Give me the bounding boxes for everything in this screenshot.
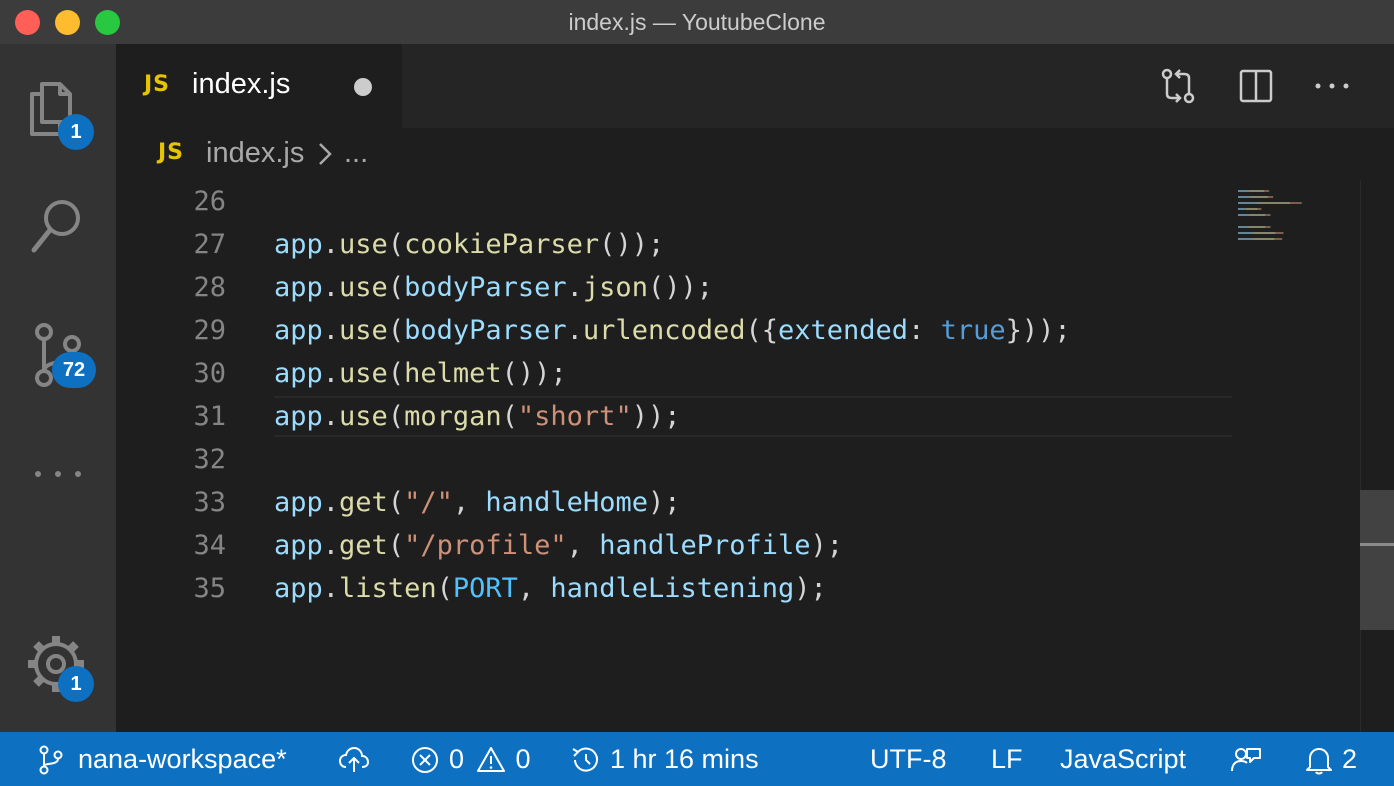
- vertical-scrollbar-thumb[interactable]: [1360, 490, 1394, 630]
- minimap-line: [1275, 232, 1284, 234]
- history-icon: [572, 747, 598, 772]
- minimap-line: [1248, 226, 1266, 228]
- minimap-line: [1252, 232, 1276, 234]
- code-line[interactable]: app.get("/", handleHome);: [274, 481, 681, 524]
- time-tracked: 1 hr 16 mins: [610, 744, 759, 774]
- more-views-button[interactable]: [0, 424, 116, 524]
- warning-count: 0: [515, 744, 531, 774]
- code-line[interactable]: app.use(morgan("short"));: [274, 395, 681, 438]
- minimap-line: [1249, 196, 1268, 198]
- line-number: 26: [193, 186, 226, 217]
- encoding-selector[interactable]: UTF-8: [870, 732, 947, 786]
- explorer-button[interactable]: 1: [0, 54, 116, 154]
- minimap-line: [1238, 214, 1249, 216]
- error-count: 0: [449, 744, 465, 774]
- more-actions-button[interactable]: [1312, 66, 1352, 106]
- code-editor[interactable]: 26 27 28 29 30 31 32 33 34 35 app.use(co…: [116, 180, 1394, 732]
- minimap-line: [1238, 208, 1246, 210]
- minimap-line: [1238, 202, 1258, 204]
- code-line[interactable]: app.listen(PORT, handleListening);: [274, 567, 827, 610]
- tab-label: index.js: [192, 68, 291, 100]
- branch-name: nana-workspace*: [78, 744, 287, 774]
- compare-changes-icon: [1161, 68, 1195, 104]
- feedback-button[interactable]: [1230, 732, 1264, 786]
- minimap-line: [1252, 238, 1275, 240]
- scrollbar-cursor-marker: [1360, 543, 1394, 546]
- notification-count: 2: [1342, 744, 1358, 774]
- chevron-right-icon: [319, 143, 332, 165]
- branch-indicator[interactable]: nana-workspace*: [38, 732, 287, 786]
- tab-index-js[interactable]: JS index.js: [116, 44, 402, 128]
- breadcrumb: JS index.js ...: [116, 128, 1394, 180]
- more-actions-icon: [1315, 83, 1349, 89]
- minimap-line: [1274, 238, 1283, 240]
- line-number: 34: [193, 530, 226, 561]
- minimap-line: [1238, 226, 1249, 228]
- warning-icon: [477, 747, 505, 772]
- code-line[interactable]: app.use(helmet());: [274, 352, 567, 395]
- minimap-line: [1267, 196, 1274, 198]
- branch-icon: [39, 745, 63, 775]
- minimap-line: [1238, 190, 1249, 192]
- code-line[interactable]: app.use(bodyParser.urlencoded({extended:…: [274, 309, 1071, 352]
- source-control-badge: 72: [52, 352, 96, 388]
- minimap-line: [1265, 226, 1271, 228]
- time-tracker[interactable]: 1 hr 16 mins: [570, 732, 759, 786]
- minimap-line: [1248, 214, 1266, 216]
- line-number: 30: [193, 358, 226, 389]
- line-number: 31: [193, 401, 226, 432]
- js-file-icon: JS: [158, 140, 185, 165]
- js-file-icon: JS: [144, 72, 171, 97]
- split-editor-button[interactable]: [1236, 66, 1276, 106]
- minimap-line: [1238, 238, 1253, 240]
- line-ending-selector[interactable]: LF: [991, 732, 1023, 786]
- breadcrumb-file[interactable]: index.js: [206, 137, 304, 170]
- sync-icon: [338, 746, 370, 772]
- explorer-badge: 1: [58, 114, 94, 150]
- code-line[interactable]: app.get("/profile", handleProfile);: [274, 524, 843, 567]
- open-changes-button[interactable]: [1158, 66, 1198, 106]
- line-number: 35: [193, 573, 226, 604]
- notifications-button[interactable]: 2: [1304, 732, 1357, 786]
- feedback-icon: [1231, 748, 1261, 772]
- vscode-window: index.js — YoutubeClone 1 72 1 JS index.…: [0, 0, 1394, 786]
- minimap-line: [1245, 208, 1258, 210]
- unsaved-changes-dot[interactable]: [354, 78, 372, 96]
- line-number: 27: [193, 229, 226, 260]
- split-editor-icon: [1239, 69, 1273, 103]
- window-title: index.js — YoutubeClone: [568, 9, 826, 35]
- minimap-line: [1264, 190, 1270, 192]
- vertical-scrollbar-track[interactable]: [1360, 180, 1394, 732]
- search-button[interactable]: [0, 172, 116, 272]
- minimap-line: [1265, 214, 1271, 216]
- code-line[interactable]: app.use(cookieParser());: [274, 223, 664, 266]
- activity-bar: 1 72 1: [0, 44, 116, 732]
- language-mode-selector[interactable]: JavaScript: [1060, 732, 1186, 786]
- status-bar: nana-workspace* 0 0 1 hr 16 mins UTF-8 L…: [0, 732, 1394, 786]
- minimap-line: [1238, 232, 1253, 234]
- source-control-button[interactable]: 72: [0, 298, 116, 398]
- minimap-line: [1248, 190, 1264, 192]
- minimap-line: [1238, 196, 1250, 198]
- search-icon: [31, 200, 80, 253]
- manage-button[interactable]: 1: [0, 610, 116, 710]
- tab-bar: JS index.js: [116, 44, 1394, 128]
- minimap[interactable]: [1236, 180, 1356, 360]
- line-number: 32: [193, 444, 226, 475]
- minimap-line: [1290, 202, 1302, 204]
- more-icon: [35, 471, 81, 477]
- breadcrumb-symbols[interactable]: ...: [344, 137, 368, 170]
- bell-icon: [1306, 748, 1332, 775]
- settings-badge: 1: [58, 666, 94, 702]
- line-number: 29: [193, 315, 226, 346]
- line-number: 33: [193, 487, 226, 518]
- problems-indicator[interactable]: 0 0: [410, 732, 531, 786]
- minimap-line: [1257, 208, 1262, 210]
- title-bar: index.js — YoutubeClone: [0, 0, 1394, 44]
- error-icon: [412, 747, 438, 773]
- minimap-line: [1257, 202, 1290, 204]
- code-line[interactable]: app.use(bodyParser.json());: [274, 266, 713, 309]
- line-number: 28: [193, 272, 226, 303]
